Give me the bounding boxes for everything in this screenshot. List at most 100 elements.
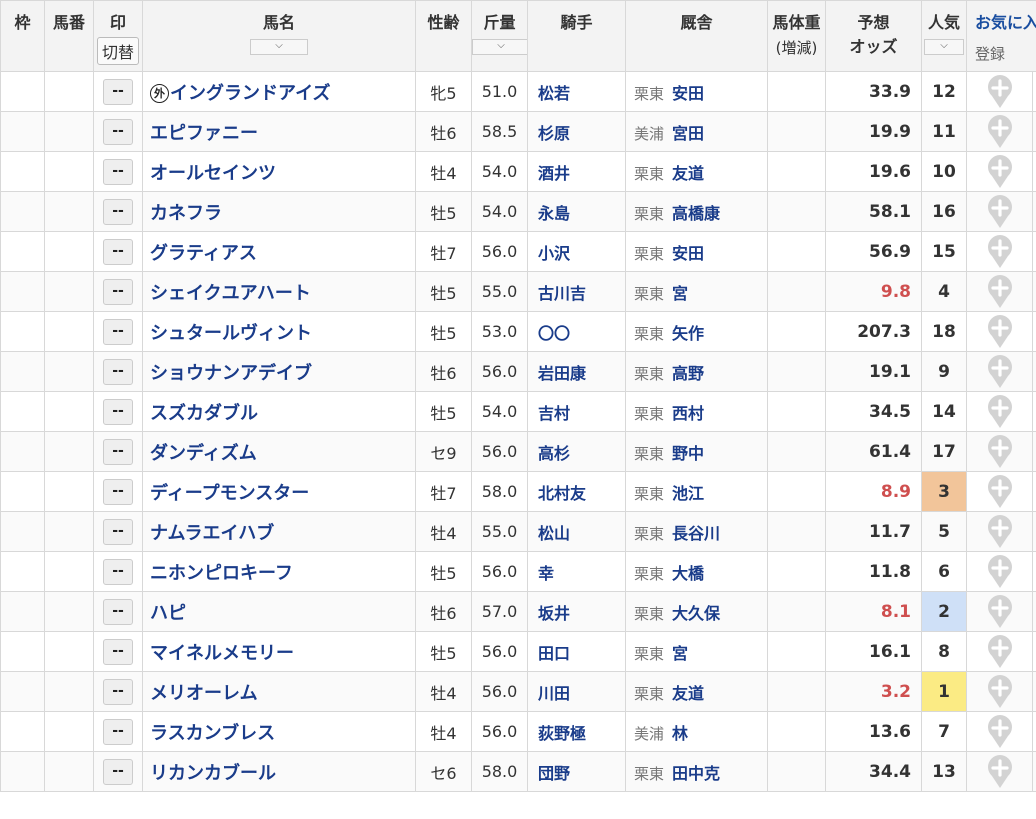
mark-button[interactable]: -- — [103, 758, 133, 785]
mark-cell: -- — [93, 71, 143, 112]
trainer-link[interactable]: 友道 — [672, 684, 704, 703]
jockey-link[interactable]: 永島 — [527, 191, 626, 232]
jockey-link[interactable]: 松若 — [527, 71, 626, 112]
mark-button[interactable]: -- — [103, 598, 133, 625]
add-favorite-pin-icon[interactable] — [987, 594, 1013, 629]
horse-name-link[interactable]: メリオーレム — [150, 683, 258, 704]
horse-name-link[interactable]: カネフラ — [150, 203, 222, 224]
header-favorite-label[interactable]: お気に入 — [975, 13, 1036, 32]
mark-switch-button[interactable]: 切替 — [96, 37, 139, 65]
horse-name-link[interactable]: ハピ — [150, 603, 186, 624]
mark-button[interactable]: -- — [103, 678, 133, 705]
trainer-link[interactable]: 西村 — [672, 404, 704, 423]
horse-name-link[interactable]: リカンカブール — [150, 763, 276, 784]
horse-name-link[interactable]: スズカダブル — [150, 403, 258, 424]
add-favorite-pin-icon[interactable] — [987, 314, 1013, 349]
add-favorite-pin-icon[interactable] — [987, 634, 1013, 669]
jockey-link[interactable]: 古川吉 — [527, 271, 626, 312]
horse-name-link[interactable]: ニホンピロキーフ — [150, 563, 293, 584]
jockey-link[interactable]: 川田 — [527, 671, 626, 712]
trainer-link[interactable]: 大橋 — [672, 564, 704, 583]
trainer-link[interactable]: 高橋康 — [672, 204, 720, 223]
mark-button[interactable]: -- — [103, 398, 133, 425]
add-favorite-pin-icon[interactable] — [987, 554, 1013, 589]
odds-cell: 11.8 — [825, 551, 922, 592]
trainer-link[interactable]: 矢作 — [672, 324, 704, 343]
mark-button[interactable]: -- — [103, 358, 133, 385]
trainer-link[interactable]: 大久保 — [672, 604, 720, 623]
add-favorite-pin-icon[interactable] — [987, 74, 1013, 109]
add-favorite-pin-icon[interactable] — [987, 474, 1013, 509]
sort-popularity-button[interactable]: ⌵ — [924, 39, 964, 55]
horse-name-link[interactable]: マイネルメモリー — [150, 643, 294, 664]
add-favorite-pin-icon[interactable] — [987, 234, 1013, 269]
horse-name-link[interactable]: ショウナンアデイブ — [150, 363, 312, 384]
add-favorite-pin-icon[interactable] — [987, 154, 1013, 189]
add-favorite-pin-icon[interactable] — [987, 754, 1013, 789]
mark-button[interactable]: -- — [103, 318, 133, 345]
sort-weight-button[interactable]: ⌵ — [472, 39, 530, 55]
jockey-link[interactable]: 田口 — [527, 631, 626, 672]
add-favorite-pin-icon[interactable] — [987, 514, 1013, 549]
mark-button[interactable]: -- — [103, 438, 133, 465]
add-favorite-pin-icon[interactable] — [987, 194, 1013, 229]
mark-button[interactable]: -- — [103, 198, 133, 225]
trainer-link[interactable]: 池江 — [672, 484, 704, 503]
jockey-link[interactable]: 幸 — [527, 551, 626, 592]
add-favorite-pin-icon[interactable] — [987, 394, 1013, 429]
trainer-link[interactable]: 宮田 — [672, 124, 704, 143]
trainer-link[interactable]: 田中克 — [672, 764, 720, 783]
trainer-link[interactable]: 友道 — [672, 164, 704, 183]
mark-button[interactable]: -- — [103, 238, 133, 265]
add-favorite-pin-icon[interactable] — [987, 434, 1013, 469]
trainer-link[interactable]: 林 — [672, 724, 688, 743]
add-favorite-pin-icon[interactable] — [987, 714, 1013, 749]
trainer-link[interactable]: 安田 — [672, 244, 704, 263]
mark-button[interactable]: -- — [103, 558, 133, 585]
horse-name-link[interactable]: オールセインツ — [150, 163, 276, 184]
horse-name-link[interactable]: グラティアス — [150, 243, 257, 264]
trainer-link[interactable]: 宮 — [672, 284, 688, 303]
jockey-link[interactable]: 団野 — [527, 751, 626, 792]
mark-button[interactable]: -- — [103, 518, 133, 545]
horse-name-link[interactable]: ディープモンスター — [150, 483, 309, 504]
horse-name-link[interactable]: ダンディズム — [150, 443, 257, 464]
add-favorite-pin-icon[interactable] — [987, 674, 1013, 709]
horse-name-link[interactable]: エピファニー — [150, 123, 258, 144]
jockey-link[interactable]: 高杉 — [527, 431, 626, 472]
add-favorite-pin-icon[interactable] — [987, 354, 1013, 389]
horse-name-link[interactable]: シェイクユアハート — [150, 283, 311, 304]
jockey-link[interactable]: 吉村 — [527, 391, 626, 432]
body-weight-cell — [767, 711, 826, 752]
jockey-link[interactable]: 松山 — [527, 511, 626, 552]
jockey-link[interactable]: 杉原 — [527, 111, 626, 152]
mark-button[interactable]: -- — [103, 638, 133, 665]
add-favorite-pin-icon[interactable] — [987, 274, 1013, 309]
mark-button[interactable]: -- — [103, 118, 133, 145]
horse-name-link[interactable]: ラスカンブレス — [150, 723, 275, 744]
trainer-link[interactable]: 高野 — [672, 364, 704, 383]
mark-button[interactable]: -- — [103, 478, 133, 505]
horse-name-link[interactable]: シュタールヴィント — [150, 323, 312, 344]
trainer-link[interactable]: 長谷川 — [672, 524, 720, 543]
horse-name-link[interactable]: イングランドアイズ — [170, 83, 331, 104]
trainer-link[interactable]: 宮 — [672, 644, 688, 663]
trainer-link[interactable]: 野中 — [672, 444, 704, 463]
jockey-link[interactable]: 小沢 — [527, 231, 626, 272]
mark-button[interactable]: -- — [103, 78, 133, 105]
sort-name-button[interactable]: ⌵ — [250, 39, 308, 55]
jockey-link[interactable]: 〇〇 — [527, 311, 626, 352]
trainer-link[interactable]: 安田 — [672, 84, 704, 103]
jockey-link[interactable]: 荻野極 — [527, 711, 626, 752]
jockey-link[interactable]: 坂井 — [527, 591, 626, 632]
weight-cell: 58.0 — [471, 751, 528, 792]
mark-button[interactable]: -- — [103, 278, 133, 305]
jockey-link[interactable]: 岩田康 — [527, 351, 626, 392]
jockey-link[interactable]: 酒井 — [527, 151, 626, 192]
jockey-link[interactable]: 北村友 — [527, 471, 626, 512]
add-favorite-pin-icon[interactable] — [987, 114, 1013, 149]
horse-name-link[interactable]: ナムラエイハブ — [150, 523, 274, 544]
table-row: -- ハピ 牡6 57.0 坂井 栗東 大久保 8.1 2 — [0, 591, 1036, 632]
mark-button[interactable]: -- — [103, 158, 133, 185]
mark-button[interactable]: -- — [103, 718, 133, 745]
